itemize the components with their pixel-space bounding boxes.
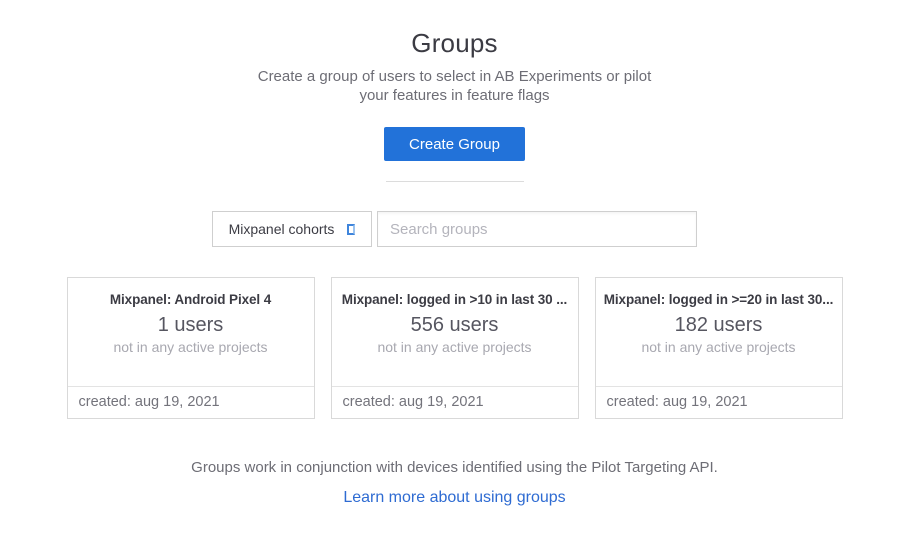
group-cards-row: Mixpanel: Android Pixel 4 1 users not in… [67,277,843,419]
group-project-status: not in any active projects [332,339,578,355]
footer-note: Groups work in conjunction with devices … [191,459,718,476]
group-card-footer: created: aug 19, 2021 [596,386,842,418]
cohort-dropdown-label: Mixpanel cohorts [229,221,335,237]
cohort-source-dropdown[interactable]: Mixpanel cohorts [212,211,372,247]
filter-row: Mixpanel cohorts [212,211,697,247]
group-card[interactable]: Mixpanel: logged in >=20 in last 30... 1… [595,277,843,419]
group-card-body: Mixpanel: logged in >10 in last 30 ... 5… [332,278,578,386]
page-subtitle: Create a group of users to select in AB … [255,67,655,105]
group-project-status: not in any active projects [68,339,314,355]
section-divider [386,181,524,182]
group-created-date: created: aug 19, 2021 [607,394,748,410]
search-groups-input[interactable] [377,211,697,247]
group-users-count: 1 users [68,314,314,337]
group-card-body: Mixpanel: logged in >=20 in last 30... 1… [596,278,842,386]
group-card-body: Mixpanel: Android Pixel 4 1 users not in… [68,278,314,386]
groups-page: Groups Create a group of users to select… [0,0,909,507]
group-card-title: Mixpanel: logged in >10 in last 30 ... [332,292,578,307]
group-created-date: created: aug 19, 2021 [343,394,484,410]
group-card-title: Mixpanel: Android Pixel 4 [68,292,314,307]
group-card-footer: created: aug 19, 2021 [332,386,578,418]
dropdown-indicator-icon [347,224,355,235]
create-group-button[interactable]: Create Group [384,127,525,161]
group-card-footer: created: aug 19, 2021 [68,386,314,418]
group-card[interactable]: Mixpanel: logged in >10 in last 30 ... 5… [331,277,579,419]
group-created-date: created: aug 19, 2021 [79,394,220,410]
group-users-count: 556 users [332,314,578,337]
page-title: Groups [411,28,497,59]
group-card[interactable]: Mixpanel: Android Pixel 4 1 users not in… [67,277,315,419]
group-users-count: 182 users [596,314,842,337]
group-project-status: not in any active projects [596,339,842,355]
group-card-title: Mixpanel: logged in >=20 in last 30... [596,292,842,307]
learn-more-link[interactable]: Learn more about using groups [343,489,565,507]
